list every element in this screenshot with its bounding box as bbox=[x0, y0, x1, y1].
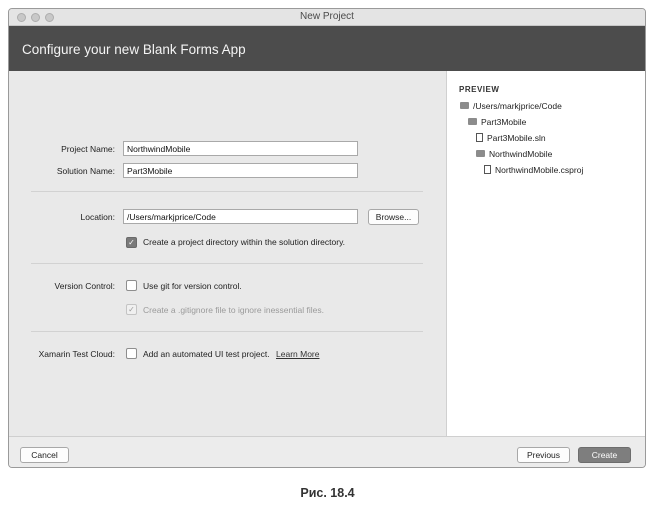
folder-icon bbox=[468, 118, 477, 126]
preview-heading: PREVIEW bbox=[459, 85, 500, 94]
tree-item-project-folder: NorthwindMobile bbox=[476, 149, 552, 159]
new-project-window: New Project Configure your new Blank For… bbox=[8, 8, 646, 468]
tree-item-project-file: NorthwindMobile.csproj bbox=[484, 165, 583, 175]
test-cloud-label: Xamarin Test Cloud: bbox=[38, 349, 115, 359]
solution-name-input[interactable]: Part3Mobile bbox=[123, 163, 358, 178]
use-git-checkbox[interactable] bbox=[126, 280, 137, 291]
file-icon bbox=[476, 133, 483, 143]
solution-name-label: Solution Name: bbox=[56, 166, 115, 176]
title-bar: New Project bbox=[9, 9, 645, 26]
browse-button[interactable]: Browse... bbox=[368, 209, 419, 225]
create-button[interactable]: Create bbox=[578, 447, 631, 463]
file-icon bbox=[484, 165, 491, 175]
tree-item-solution-file: Part3Mobile.sln bbox=[476, 133, 546, 143]
divider bbox=[31, 263, 423, 264]
divider bbox=[31, 191, 423, 192]
figure-caption: Рис. 18.4 bbox=[300, 486, 355, 500]
tree-item-root: /Users/markjprice/Code bbox=[460, 101, 562, 111]
ui-test-checkbox[interactable] bbox=[126, 348, 137, 359]
location-input[interactable]: /Users/markjprice/Code bbox=[123, 209, 358, 224]
learn-more-link[interactable]: Learn More bbox=[276, 349, 319, 359]
folder-icon bbox=[476, 150, 485, 158]
folder-icon bbox=[460, 102, 469, 110]
preview-pane: PREVIEW /Users/markjprice/Code Part3Mobi… bbox=[446, 71, 645, 436]
version-control-label: Version Control: bbox=[54, 281, 115, 291]
gitignore-checkbox[interactable]: ✓ bbox=[126, 304, 137, 315]
location-label: Location: bbox=[80, 212, 116, 222]
ui-test-label: Add an automated UI test project. bbox=[143, 349, 270, 359]
create-directory-checkbox[interactable]: ✓ bbox=[126, 237, 137, 248]
create-directory-label: Create a project directory within the so… bbox=[143, 237, 346, 247]
ui-test-option: Add an automated UI test project. Learn … bbox=[143, 349, 319, 359]
window-title: New Project bbox=[300, 11, 354, 22]
tree-item-solution-folder: Part3Mobile bbox=[468, 117, 526, 127]
project-name-label: Project Name: bbox=[61, 144, 115, 154]
page-title: Configure your new Blank Forms App bbox=[22, 42, 246, 57]
configuration-form: Project Name: NorthwindMobile Solution N… bbox=[9, 71, 446, 436]
project-name-input[interactable]: NorthwindMobile bbox=[123, 141, 358, 156]
header-banner: Configure your new Blank Forms App bbox=[9, 26, 645, 71]
previous-button[interactable]: Previous bbox=[517, 447, 570, 463]
cancel-button[interactable]: Cancel bbox=[20, 447, 69, 463]
divider bbox=[31, 331, 423, 332]
gitignore-label: Create a .gitignore file to ignore iness… bbox=[143, 305, 324, 315]
use-git-label: Use git for version control. bbox=[143, 281, 242, 291]
footer-bar: Cancel Previous Create bbox=[9, 436, 645, 467]
